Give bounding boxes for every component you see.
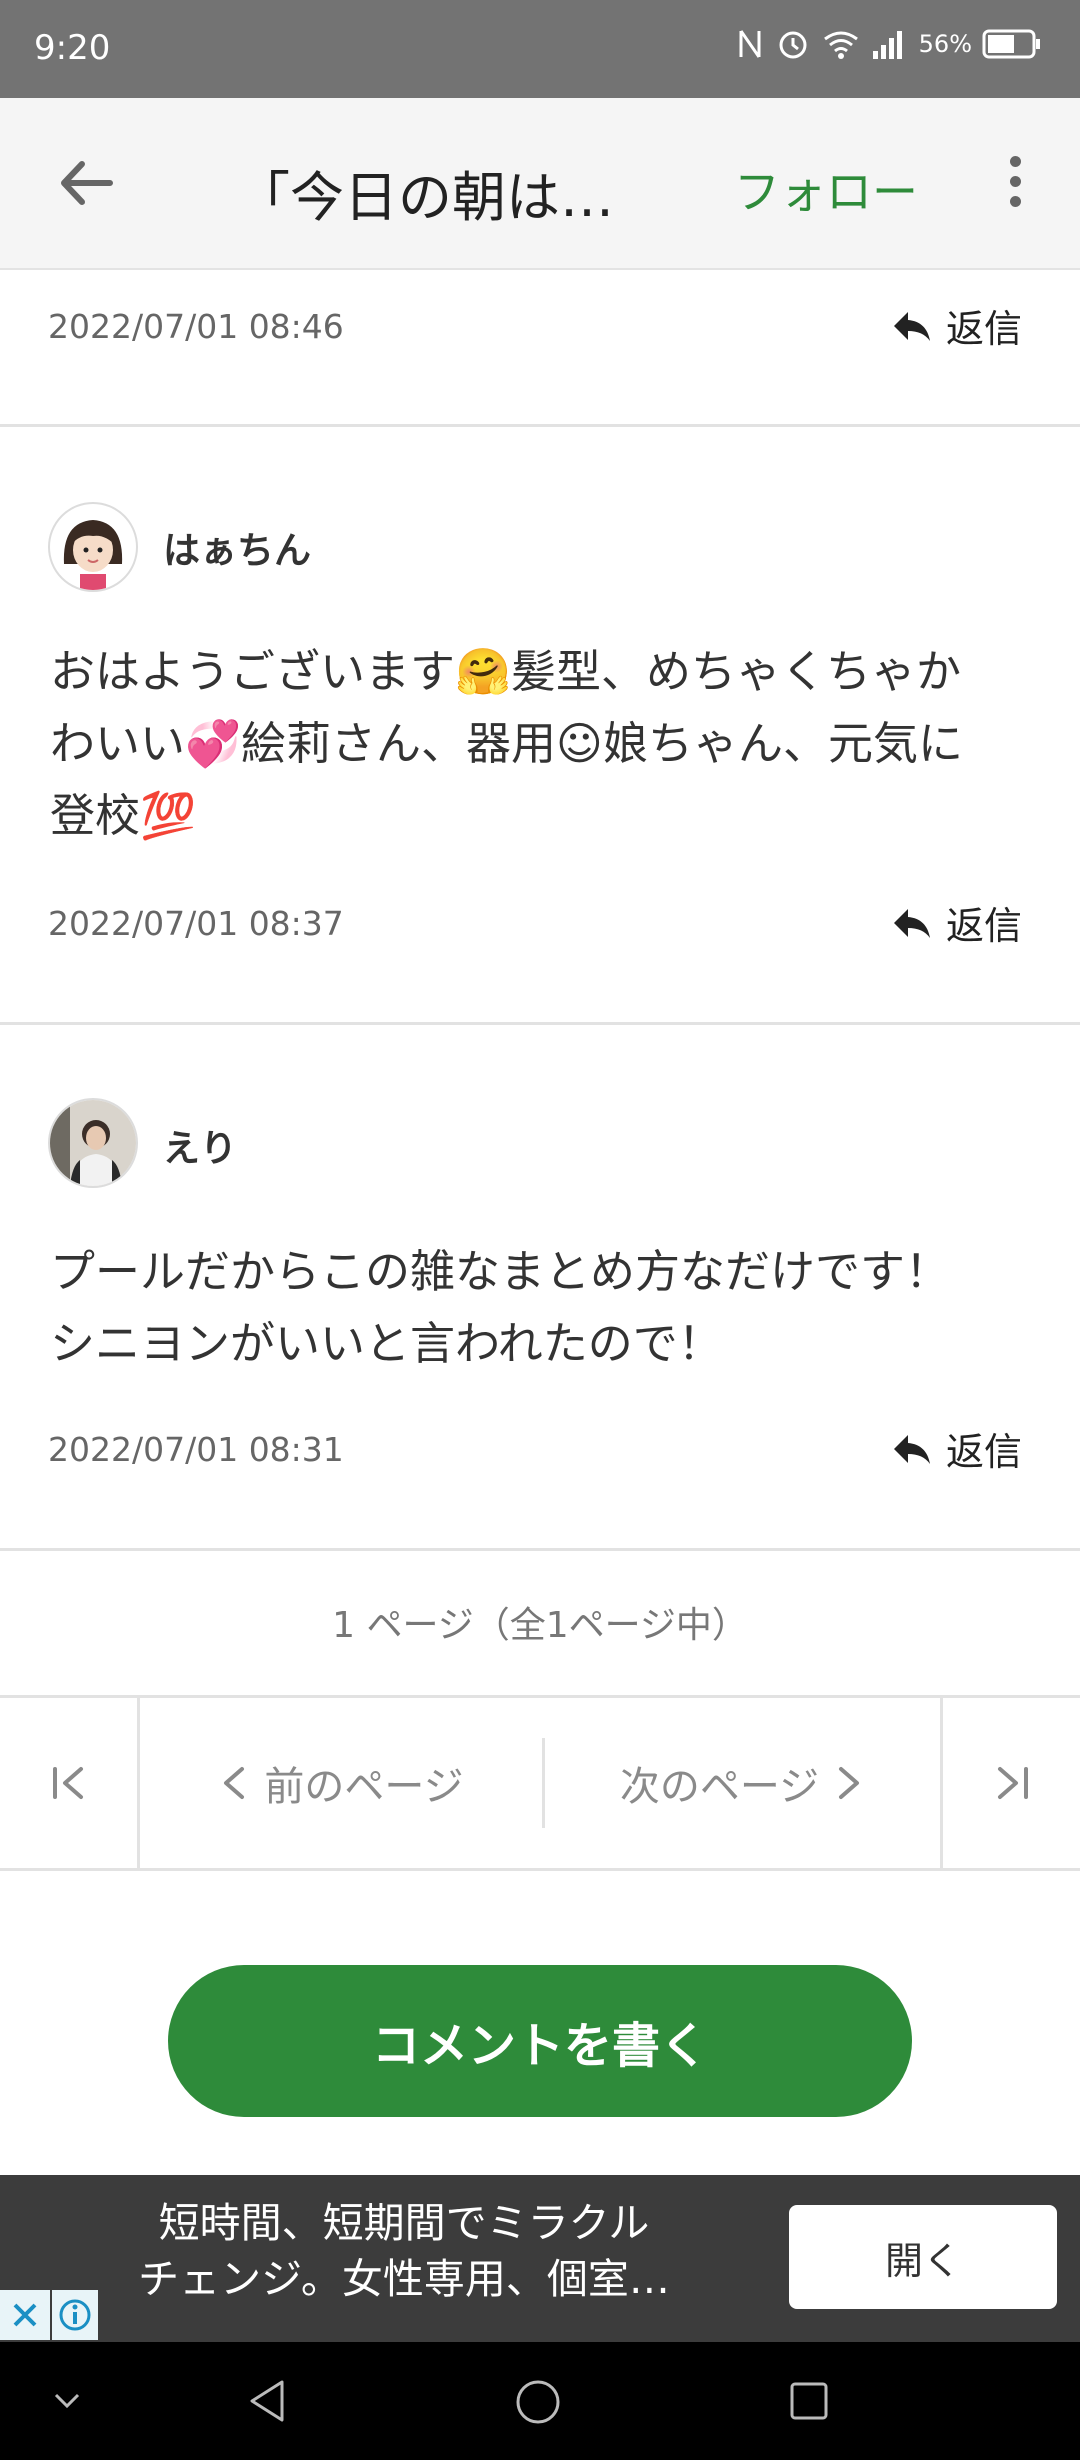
chevron-down-icon[interactable] <box>50 2384 84 2418</box>
more-options-icon[interactable] <box>1000 156 1030 216</box>
prev-page-label: 前のページ <box>264 1764 464 1810</box>
avatar[interactable] <box>48 502 138 592</box>
comment-line: 登校💯 <box>50 789 197 842</box>
comment-body: プールだからこの雑なまとめ方なだけです！ シニヨンがいいと言われたので！ <box>50 1236 1040 1380</box>
reply-label: 返信 <box>946 307 1023 351</box>
ad-close-icon[interactable] <box>0 2290 50 2340</box>
comment-line: プールだからこの雑なまとめ方なだけです！ <box>50 1245 951 1298</box>
alarm-icon <box>779 31 807 59</box>
comment-timestamp: 2022/07/01 08:31 <box>48 1430 344 1469</box>
ad-text-line: チェンジ。女性専用、個室… <box>138 2255 670 2303</box>
page-title: 「今日の朝は… <box>236 166 614 229</box>
chevron-right-icon <box>839 1767 860 1799</box>
last-page-button[interactable] <box>943 1698 1080 1868</box>
status-icons: 56% <box>735 26 1042 62</box>
back-arrow-icon <box>61 161 113 205</box>
wifi-icon <box>823 31 858 59</box>
next-page-label: 次のページ <box>619 1764 820 1810</box>
nfc-icon <box>739 30 761 58</box>
write-comment-button[interactable]: コメントを書く <box>168 1965 912 2117</box>
reply-button[interactable]: 返信 <box>892 298 1022 353</box>
prev-page-button[interactable]: 前のページ <box>140 1698 542 1868</box>
follow-button[interactable]: フォロー <box>734 156 918 222</box>
system-nav-bar <box>0 2342 1080 2460</box>
signal-icon <box>872 31 902 59</box>
comment-line: おはようございます🤗髪型、めちゃくちゃか <box>50 645 962 698</box>
comment-line: わいい💞絵莉さん、器用☺娘ちゃん、元気に <box>50 717 963 770</box>
divider <box>0 424 1080 427</box>
next-page-button[interactable]: 次のページ <box>545 1698 940 1868</box>
comment-line: シニヨンがいいと言われたので！ <box>50 1317 723 1370</box>
username[interactable]: えり <box>163 1118 237 1172</box>
nav-back-icon[interactable] <box>246 2378 290 2424</box>
reply-button[interactable]: 返信 <box>892 895 1022 950</box>
reply-icon <box>894 311 930 341</box>
first-page-icon <box>53 1767 83 1799</box>
status-time: 9:20 <box>34 28 111 68</box>
nav-recents-icon[interactable] <box>788 2380 830 2422</box>
ad-open-button[interactable]: 開く <box>789 2205 1057 2309</box>
status-bar: 9:20 56% <box>0 0 1080 98</box>
divider <box>0 1022 1080 1025</box>
battery-icon <box>982 29 1040 59</box>
reply-label: 返信 <box>946 1430 1023 1474</box>
comment-timestamp: 2022/07/01 08:46 <box>48 307 344 346</box>
reply-icon <box>894 908 930 938</box>
last-page-icon <box>997 1767 1028 1799</box>
ad-info-icon[interactable] <box>52 2290 98 2340</box>
comment-timestamp: 2022/07/01 08:37 <box>48 904 344 943</box>
avatar-photo-image <box>50 1100 136 1186</box>
first-page-button[interactable] <box>0 1698 138 1868</box>
pager-info: 1 ページ（全1ページ中） <box>332 1605 748 1646</box>
ad-banner[interactable]: 短時間、短期間でミラクル チェンジ。女性専用、個室… 開く <box>0 2175 1080 2342</box>
avatar-girl-image <box>63 520 123 590</box>
reply-button[interactable]: 返信 <box>892 1421 1022 1476</box>
header: 「今日の朝は… フォロー <box>0 98 1080 270</box>
comment-body: おはようございます🤗髪型、めちゃくちゃか わいい💞絵莉さん、器用☺娘ちゃん、元気… <box>50 636 1040 852</box>
nav-home-icon[interactable] <box>514 2378 562 2426</box>
ad-text: 短時間、短期間でミラクル チェンジ。女性専用、個室… <box>104 2195 704 2307</box>
reply-icon <box>894 1434 930 1464</box>
divider <box>0 1548 1080 1551</box>
username[interactable]: はぁちん <box>163 520 311 574</box>
ad-text-line: 短時間、短期間でミラクル <box>158 2199 650 2247</box>
avatar[interactable] <box>48 1098 138 1188</box>
pager: 前のページ 次のページ <box>0 1695 1080 1871</box>
back-button[interactable] <box>52 148 122 218</box>
battery-percent: 56% <box>918 30 972 58</box>
chevron-left-icon <box>224 1767 245 1799</box>
reply-label: 返信 <box>946 904 1023 948</box>
